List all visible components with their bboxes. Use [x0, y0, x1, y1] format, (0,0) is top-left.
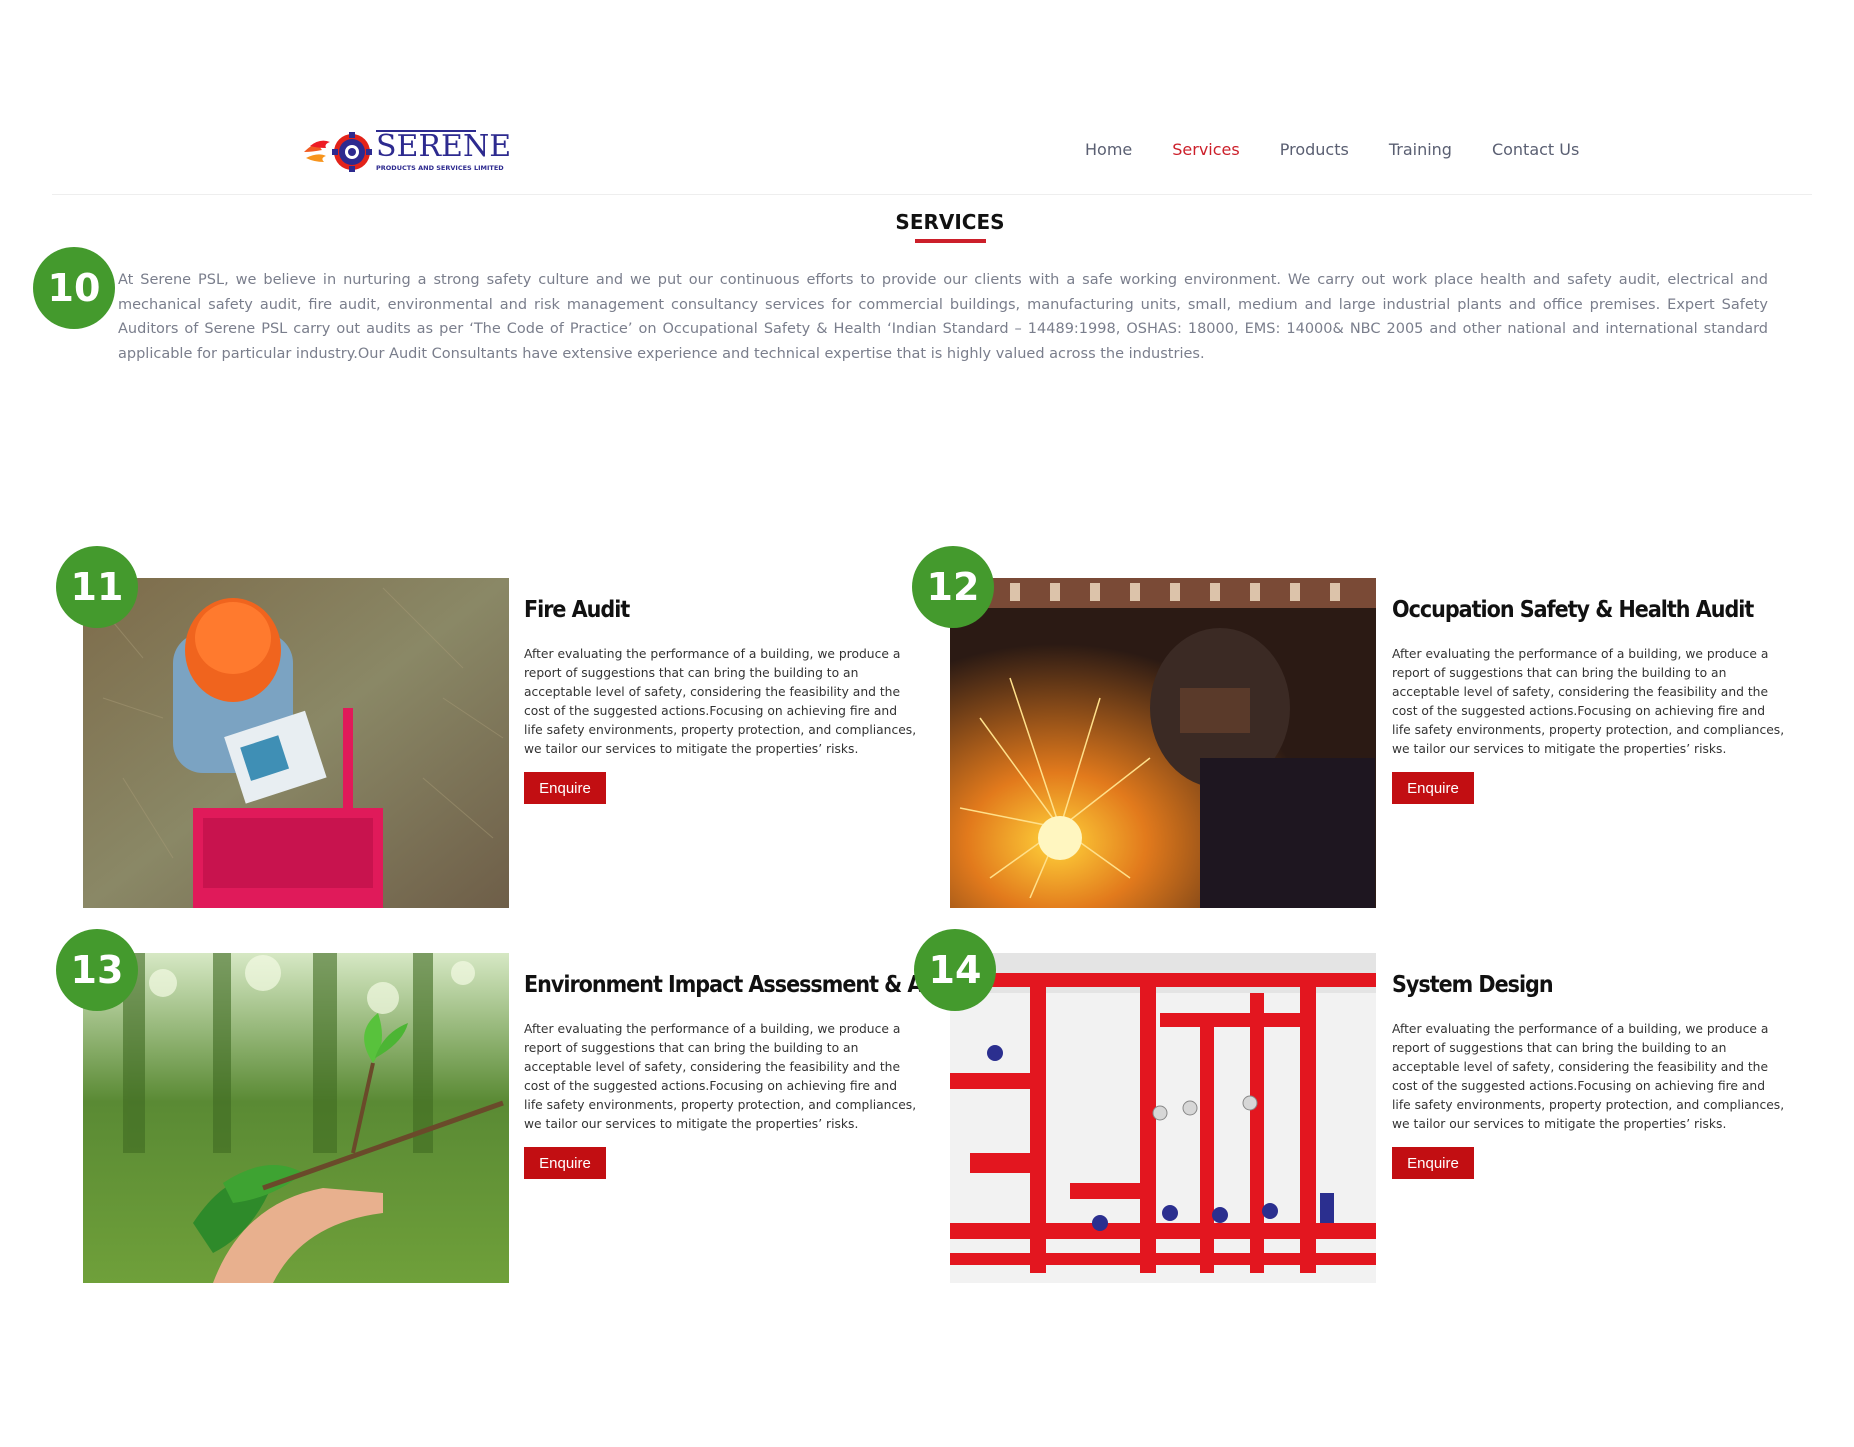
nav-contact-us[interactable]: Contact Us [1492, 140, 1579, 159]
enquire-button-environment-impact[interactable]: Enquire [524, 1147, 606, 1179]
service-desc-environment-impact: After evaluating the performance of a bu… [524, 1022, 917, 1131]
service-desc-fire-audit: After evaluating the performance of a bu… [524, 647, 917, 756]
enquire-button-system-design[interactable]: Enquire [1392, 1147, 1474, 1179]
service-desc-occupation-safety: After evaluating the performance of a bu… [1392, 647, 1785, 756]
main-nav: Home Services Products Training Contact … [1085, 140, 1619, 159]
enquire-button-occupation-safety[interactable]: Enquire [1392, 772, 1474, 804]
services-intro: At Serene PSL, we believe in nurturing a… [118, 272, 1768, 362]
occupation-safety-image [950, 578, 1376, 908]
service-title-occupation-safety: Occupation Safety & Health Audit [1392, 597, 1754, 623]
service-title-fire-audit: Fire Audit [524, 597, 630, 623]
fire-audit-image [83, 578, 509, 908]
nav-products[interactable]: Products [1280, 140, 1349, 159]
nav-services[interactable]: Services [1172, 140, 1239, 159]
section-title-underline [915, 239, 986, 243]
brand-name: SERENE [376, 129, 512, 164]
brand-tagline: PRODUCTS AND SERVICES LIMITED [376, 164, 504, 172]
service-title-system-design: System Design [1392, 972, 1554, 998]
step-badge-11: 11 [56, 546, 138, 628]
environment-impact-image [83, 953, 509, 1283]
nav-home[interactable]: Home [1085, 140, 1132, 159]
system-design-image [950, 953, 1376, 1283]
step-badge-12: 12 [912, 546, 994, 628]
service-desc-system-design: After evaluating the performance of a bu… [1392, 1022, 1785, 1131]
enquire-button-fire-audit[interactable]: Enquire [524, 772, 606, 804]
serene-logo[interactable]: SERENE PRODUCTS AND SERVICES LIMITED [302, 130, 511, 174]
step-badge-14: 14 [914, 929, 996, 1011]
section-title: SERVICES [895, 210, 1005, 234]
step-badge-10: 10 [33, 247, 115, 329]
flame-gear-logo-icon [304, 132, 372, 172]
site-header: SERENE PRODUCTS AND SERVICES LIMITED Hom… [0, 0, 1854, 195]
header-divider [52, 194, 1812, 195]
step-badge-13: 13 [56, 929, 138, 1011]
service-title-environment-impact: Environment Impact Assessment & Audit [524, 972, 966, 998]
nav-training[interactable]: Training [1389, 140, 1452, 159]
